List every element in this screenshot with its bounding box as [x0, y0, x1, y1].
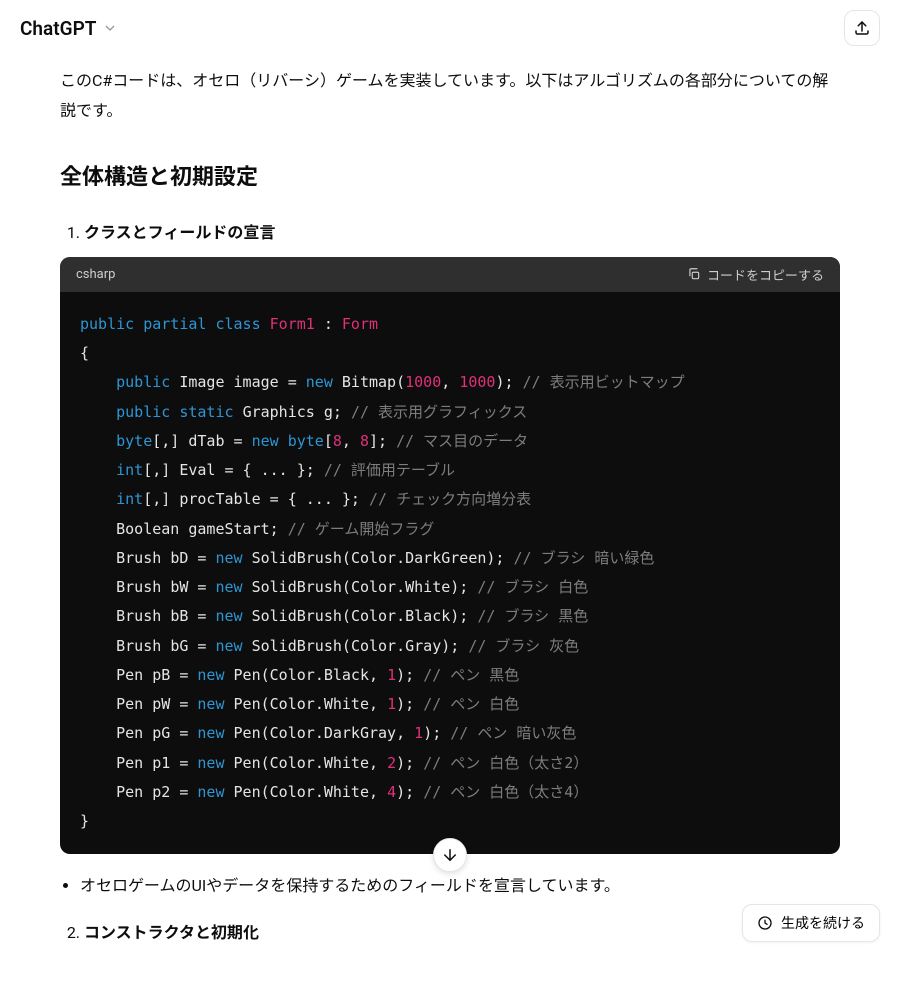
continue-generating-button[interactable]: 生成を続ける: [742, 904, 880, 942]
scroll-to-bottom-button[interactable]: [433, 838, 467, 872]
copy-code-button[interactable]: コードをコピーする: [687, 265, 824, 284]
code-language-label: csharp: [76, 267, 115, 282]
model-selector[interactable]: ChatGPT: [20, 17, 118, 40]
copy-code-label: コードをコピーする: [707, 265, 824, 284]
continue-icon: [757, 915, 773, 931]
continue-label: 生成を続ける: [781, 913, 865, 933]
list-item-title: コンストラクタと初期化: [84, 919, 840, 943]
copy-icon: [687, 267, 701, 281]
list-item: コンストラクタと初期化: [84, 919, 840, 943]
code-content[interactable]: public partial class Form1 : Form { publ…: [60, 292, 840, 855]
list-item: クラスとフィールドの宣言 csharp コードをコピーする public par…: [84, 219, 840, 901]
app-header: ChatGPT: [0, 0, 900, 56]
list-item-title: クラスとフィールドの宣言: [84, 219, 840, 243]
bullet-item: オセロゲームのUIやデータを保持するためのフィールドを宣言しています。: [80, 872, 840, 901]
section-heading: 全体構造と初期設定: [60, 159, 840, 191]
ordered-list: クラスとフィールドの宣言 csharp コードをコピーする public par…: [60, 219, 840, 943]
code-block: csharp コードをコピーする public partial class Fo…: [60, 257, 840, 855]
chevron-down-icon: [102, 20, 118, 36]
upload-icon: [853, 19, 871, 37]
code-header: csharp コードをコピーする: [60, 257, 840, 292]
share-button[interactable]: [844, 10, 880, 46]
bullet-list: オセロゲームのUIやデータを保持するためのフィールドを宣言しています。: [60, 872, 840, 901]
arrow-down-icon: [441, 846, 459, 864]
app-title: ChatGPT: [20, 17, 96, 40]
intro-paragraph: このC#コードは、オセロ（リバーシ）ゲームを実装しています。以下はアルゴリズムの…: [60, 66, 840, 127]
